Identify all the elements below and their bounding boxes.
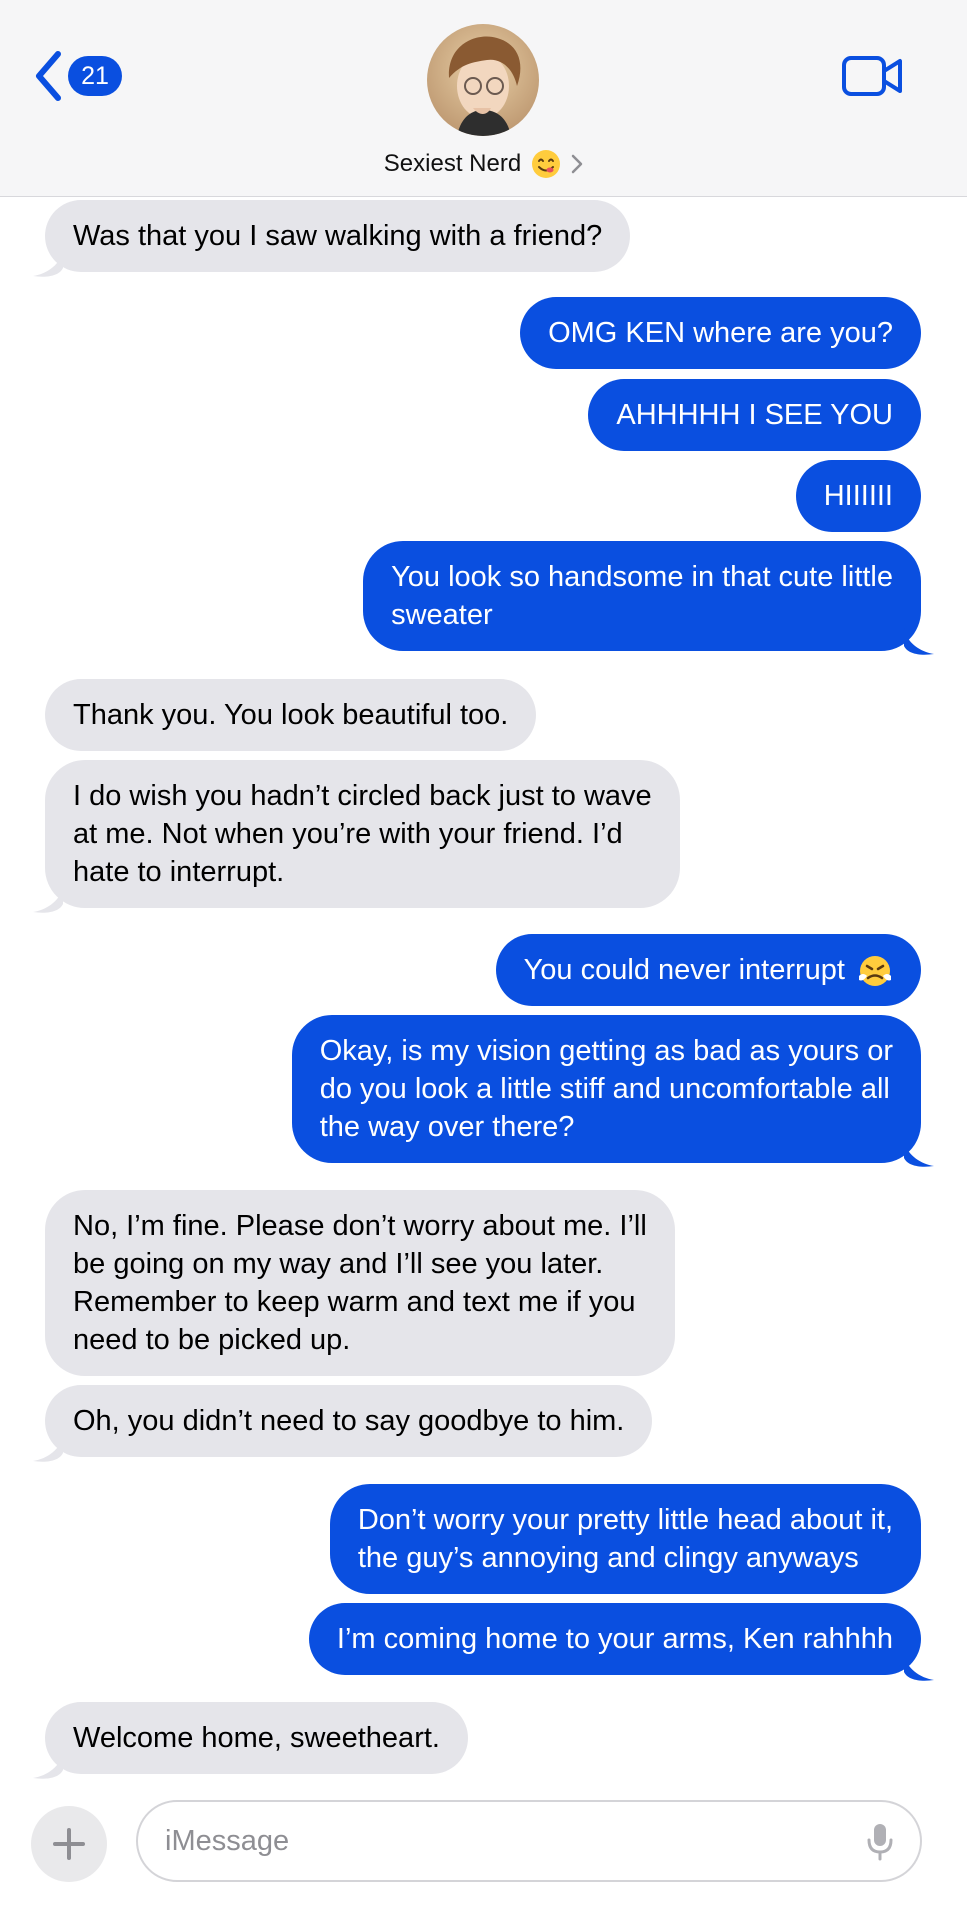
message-line: You look so handsome in that cute little (391, 561, 893, 593)
back-button[interactable]: 21 (34, 48, 122, 104)
unread-count-badge: 21 (68, 56, 122, 96)
message-line: the way over there? (319, 1111, 575, 1143)
bubble-tail (904, 1140, 934, 1167)
message-line: need to be picked up. (73, 1324, 351, 1356)
message-outgoing[interactable]: You could never interrupt (495, 934, 921, 1006)
bubble-tail (33, 250, 63, 277)
message-outgoing[interactable]: AHHHHH I SEE YOU (588, 379, 921, 451)
message-incoming[interactable]: Thank you. You look beautiful too. (45, 679, 537, 751)
conversation-header: 21 Sexiest Nerd (0, 0, 967, 197)
message-incoming[interactable]: No, I’m fine. Please don’t worry about m… (45, 1190, 675, 1376)
message-incoming[interactable]: Welcome home, sweetheart. (45, 1702, 468, 1774)
message-text: AHHHHH I SEE YOU (616, 399, 893, 431)
message-text: Thank you. You look beautiful too. (73, 699, 509, 731)
video-call-button[interactable] (842, 54, 904, 98)
message-text: OMG KEN where are you? (548, 317, 893, 349)
message-line: be going on my way and I’ll see you late… (73, 1248, 604, 1280)
message-line: at me. Not when you’re with your friend.… (73, 818, 623, 850)
message-outgoing[interactable]: HIIIIII (795, 460, 921, 532)
bubble-tail (33, 886, 63, 913)
yum-face-emoji (531, 149, 561, 179)
message-line: No, I’m fine. Please don’t worry about m… (73, 1210, 647, 1242)
message-text: HIIIIII (823, 480, 893, 512)
message-line: Don’t worry your pretty little head abou… (357, 1504, 893, 1536)
microphone-icon[interactable] (866, 1822, 894, 1862)
plus-icon (53, 1828, 85, 1860)
message-incoming[interactable]: Oh, you didn’t need to say goodbye to hi… (45, 1385, 653, 1457)
message-text: You could never interrupt (523, 954, 845, 986)
message-line: do you look a little stiff and uncomfort… (319, 1073, 890, 1105)
message-text: I’m coming home to your arms, Ken rahhhh (336, 1623, 893, 1655)
video-camera-icon (842, 56, 902, 96)
contact-name-row[interactable]: Sexiest Nerd (0, 146, 967, 182)
message-line: hate to interrupt. (73, 856, 285, 888)
chevron-right-icon (571, 154, 583, 174)
message-line: Remember to keep warm and text me if you (73, 1286, 636, 1318)
message-line: the guy’s annoying and clingy anyways (357, 1542, 859, 1574)
message-text: Was that you I saw walking with a friend… (73, 220, 603, 252)
contact-name: Sexiest Nerd (383, 150, 522, 177)
message-incoming[interactable]: I do wish you hadn’t circled back just t… (45, 760, 680, 908)
bubble-tail (904, 628, 934, 655)
bubble-tail (33, 1435, 63, 1462)
message-outgoing[interactable]: OMG KEN where are you? (520, 297, 921, 369)
message-line: Okay, is my vision getting as bad as you… (319, 1035, 893, 1067)
message-text: Oh, you didn’t need to say goodbye to hi… (73, 1405, 625, 1437)
bubble-tail (904, 1654, 934, 1681)
contact-avatar[interactable] (427, 24, 539, 136)
message-outgoing[interactable]: I’m coming home to your arms, Ken rahhhh (308, 1603, 921, 1675)
message-line: sweater (391, 599, 493, 631)
message-outgoing[interactable]: Okay, is my vision getting as bad as you… (291, 1015, 921, 1163)
message-outgoing[interactable]: You look so handsome in that cute little… (363, 541, 921, 651)
message-outgoing[interactable]: Don’t worry your pretty little head abou… (329, 1484, 921, 1594)
face-with-steam-emoji (857, 952, 893, 988)
chevron-left-icon (36, 51, 61, 101)
add-attachment-button[interactable] (31, 1806, 107, 1882)
message-incoming[interactable]: Was that you I saw walking with a friend… (45, 200, 631, 272)
imessage-input[interactable]: iMessage (136, 1800, 922, 1882)
message-line: I do wish you hadn’t circled back just t… (73, 780, 652, 812)
message-text: Welcome home, sweetheart. (73, 1722, 440, 1754)
bubble-tail (33, 1752, 63, 1779)
message-composer: iMessage (0, 1782, 967, 1920)
input-placeholder: iMessage (165, 1825, 290, 1857)
